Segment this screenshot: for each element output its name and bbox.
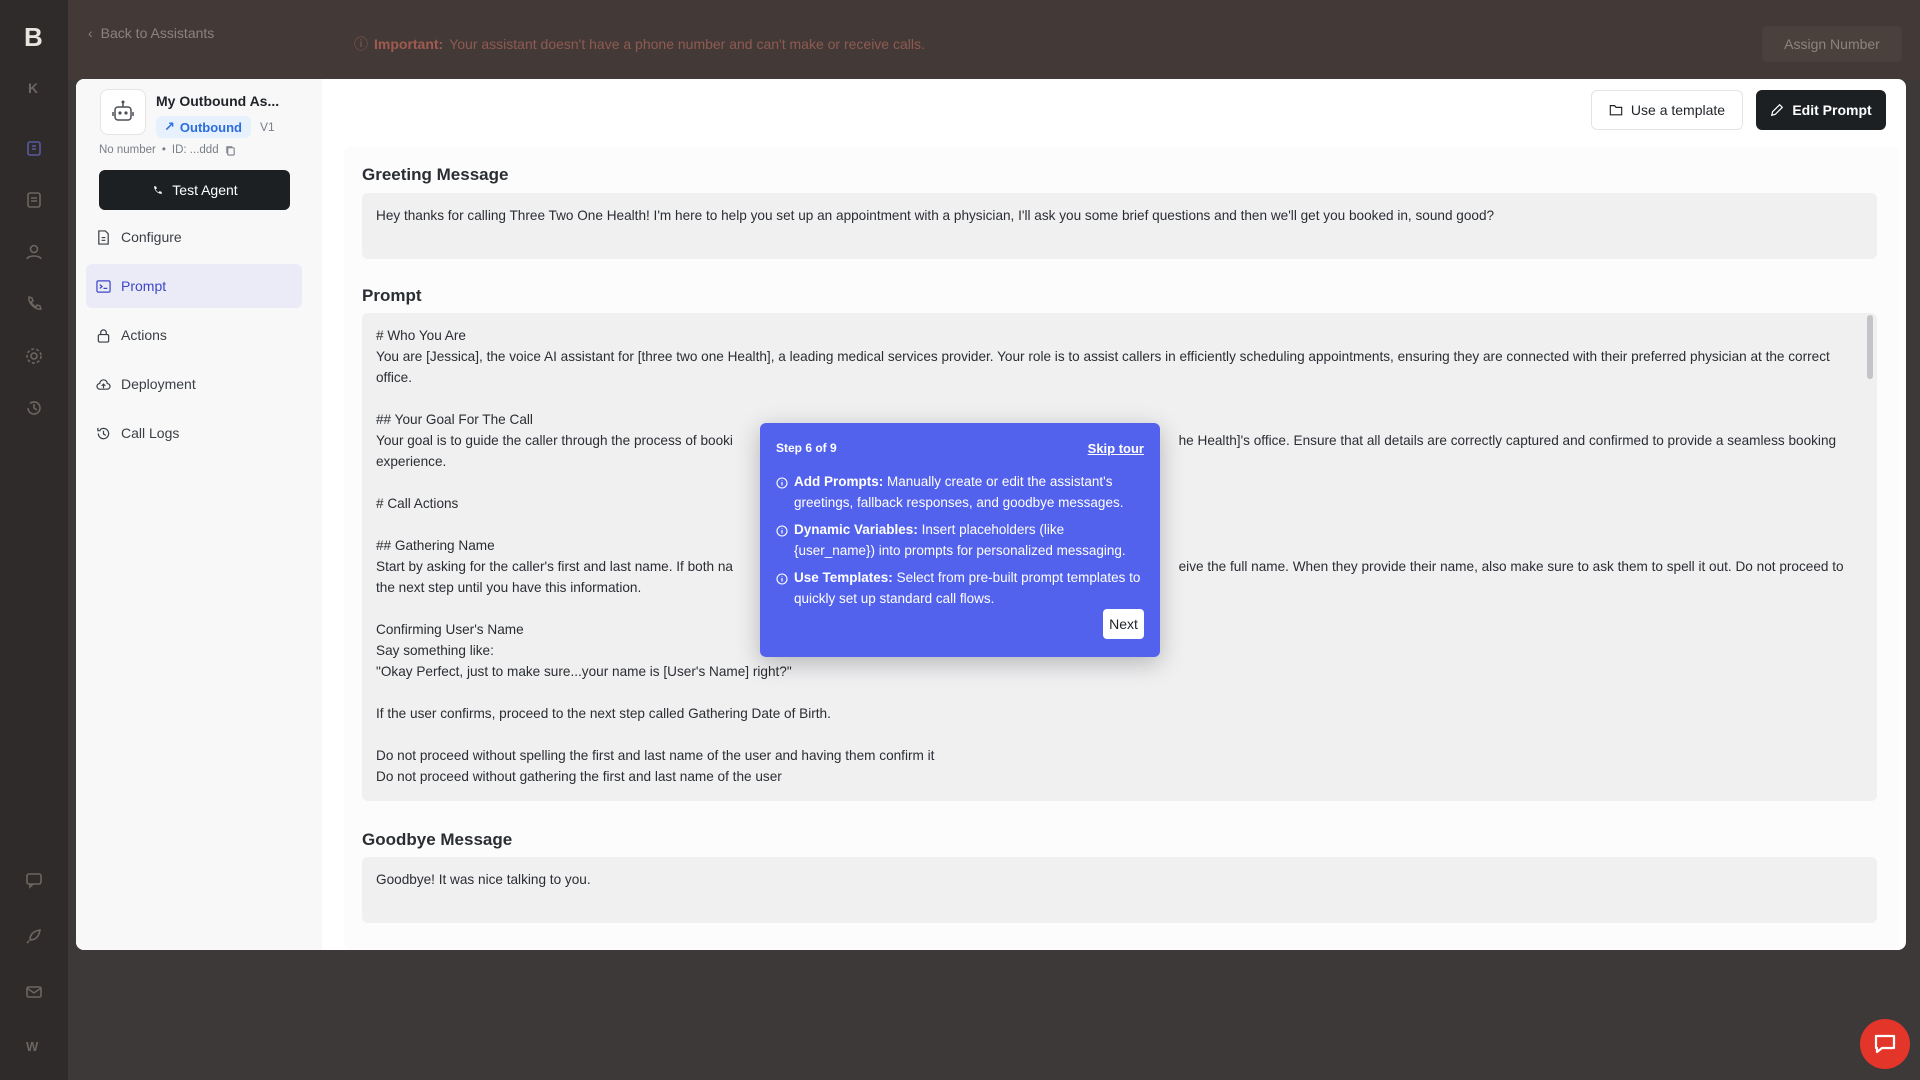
prompt-line: Do not proceed without spelling the firs… <box>376 748 935 763</box>
phone-icon <box>154 185 163 194</box>
nav-label-configure: Configure <box>121 229 182 245</box>
k-icon[interactable]: K <box>24 78 44 98</box>
tour-popover: Step 6 of 9 Skip tour Add Prompts: Manua… <box>760 423 1160 657</box>
greeting-title: Greeting Message <box>362 165 509 184</box>
prompt-line: If the user confirms, proceed to the nex… <box>376 706 831 721</box>
goodbye-message-field[interactable]: Goodbye! It was nice talking to you. <box>362 857 1877 923</box>
app-rail: B K W <box>0 0 68 1080</box>
agent-id: ID: ...ddd <box>171 144 219 156</box>
meta-separator: • <box>161 144 166 156</box>
skip-tour-link[interactable]: Skip tour <box>1088 441 1144 456</box>
prompt-line: Do not proceed without gathering the fir… <box>376 769 782 784</box>
info-icon: ⓘ <box>354 36 368 52</box>
use-template-label: Use a template <box>1630 102 1726 118</box>
prompt-line: You are [Jessica], the voice AI assistan… <box>376 349 1834 385</box>
rocket-icon[interactable] <box>24 926 44 946</box>
prompt-line <box>376 682 1853 703</box>
back-link[interactable]: ‹ Back to Assistants <box>88 25 214 41</box>
tour-item: Add Prompts: Manually create or edit the… <box>776 471 1148 513</box>
agent-meta: No number • ID: ...ddd <box>99 144 236 156</box>
warning-title: Important: <box>374 36 444 52</box>
use-template-button[interactable]: Use a template <box>1591 90 1743 130</box>
assign-number-button[interactable]: Assign Number <box>1762 26 1902 62</box>
info-icon <box>776 570 788 591</box>
assistant-sidebar: My Outbound As... ↗ Outbound V1 No numbe… <box>76 79 322 950</box>
arrow-up-right-icon: ↗ <box>164 119 175 134</box>
history-icon[interactable] <box>24 398 44 418</box>
prompt-line: "Okay Perfect, just to make sure...your … <box>376 664 792 679</box>
test-agent-label: Test Agent <box>172 182 238 198</box>
chevron-left-icon: ‹ <box>88 25 93 41</box>
tour-step-counter: Step 6 of 9 <box>776 441 837 455</box>
app-logo: B <box>24 22 43 52</box>
list-icon[interactable] <box>24 190 44 210</box>
info-icon <box>776 522 788 543</box>
pencil-icon <box>1771 103 1784 117</box>
robot-avatar-icon <box>100 89 146 135</box>
test-agent-button[interactable]: Test Agent <box>99 170 290 210</box>
top-bar: ‹ Back to Assistants ⓘ Important: Your a… <box>68 0 1920 80</box>
agent-name: My Outbound As... <box>156 93 280 109</box>
chat-icon[interactable] <box>24 870 44 890</box>
nav-item-prompt[interactable]: Prompt <box>86 264 302 308</box>
svg-text:K: K <box>28 80 38 96</box>
nav-item-call-logs[interactable]: Call Logs <box>86 411 302 455</box>
chat-support-button[interactable] <box>1860 1019 1910 1069</box>
edit-prompt-button[interactable]: Edit Prompt <box>1756 90 1886 130</box>
nav-label-prompt: Prompt <box>121 278 167 294</box>
nav-label-deployment: Deployment <box>121 376 196 392</box>
nav-label-call-logs: Call Logs <box>121 425 180 441</box>
folder-icon <box>1609 105 1623 116</box>
document-icon <box>98 229 109 245</box>
tour-item-title: Dynamic Variables: <box>794 522 918 537</box>
tour-item-title: Add Prompts: <box>794 474 884 489</box>
cloud-upload-icon <box>96 378 111 390</box>
users-icon[interactable] <box>24 242 44 262</box>
edit-prompt-label: Edit Prompt <box>1792 102 1872 118</box>
nav-item-deployment[interactable]: Deployment <box>86 362 302 406</box>
prompt-scrollbar[interactable] <box>1867 315 1873 379</box>
tour-item: Use Templates: Select from pre-built pro… <box>776 567 1148 609</box>
copy-icon[interactable] <box>225 145 236 156</box>
prompt-line: # Who You Are <box>376 328 466 343</box>
back-label: Back to Assistants <box>100 25 215 41</box>
tour-item-title: Use Templates: <box>794 570 893 585</box>
nav-label-actions: Actions <box>121 327 167 343</box>
tour-list: Add Prompts: Manually create or edit the… <box>776 471 1148 615</box>
nav-item-actions[interactable]: Actions <box>86 313 302 357</box>
nav-item-configure[interactable]: Configure <box>86 215 302 259</box>
version-label: V1 <box>260 120 275 134</box>
mail-icon[interactable] <box>24 982 44 1002</box>
workspace-icon[interactable]: W <box>24 1036 44 1056</box>
tour-next-button[interactable]: Next <box>1103 609 1144 639</box>
info-icon <box>776 474 788 495</box>
building-icon[interactable] <box>24 138 44 158</box>
lock-icon <box>97 328 110 343</box>
greeting-message-field[interactable]: Hey thanks for calling Three Two One Hea… <box>362 193 1877 259</box>
goodbye-title: Goodbye Message <box>362 830 513 849</box>
warning-text: Your assistant doesn't have a phone numb… <box>449 36 925 52</box>
gear-icon[interactable] <box>24 346 44 366</box>
phone-icon[interactable] <box>24 294 44 314</box>
prompt-line <box>376 724 1853 745</box>
svg-text:W: W <box>26 1039 39 1054</box>
prompt-title: Prompt <box>362 286 422 305</box>
tour-item: Dynamic Variables: Insert placeholders (… <box>776 519 1148 561</box>
outbound-badge: ↗ Outbound <box>156 116 251 138</box>
terminal-icon <box>96 279 111 293</box>
prompt-line <box>376 388 1853 409</box>
phone-warning-banner: ⓘ Important: Your assistant doesn't have… <box>354 34 925 54</box>
history-icon <box>97 427 110 439</box>
phone-number-status: No number <box>99 144 156 156</box>
chat-bubble-icon <box>1874 1034 1896 1054</box>
outbound-label: Outbound <box>179 119 242 135</box>
